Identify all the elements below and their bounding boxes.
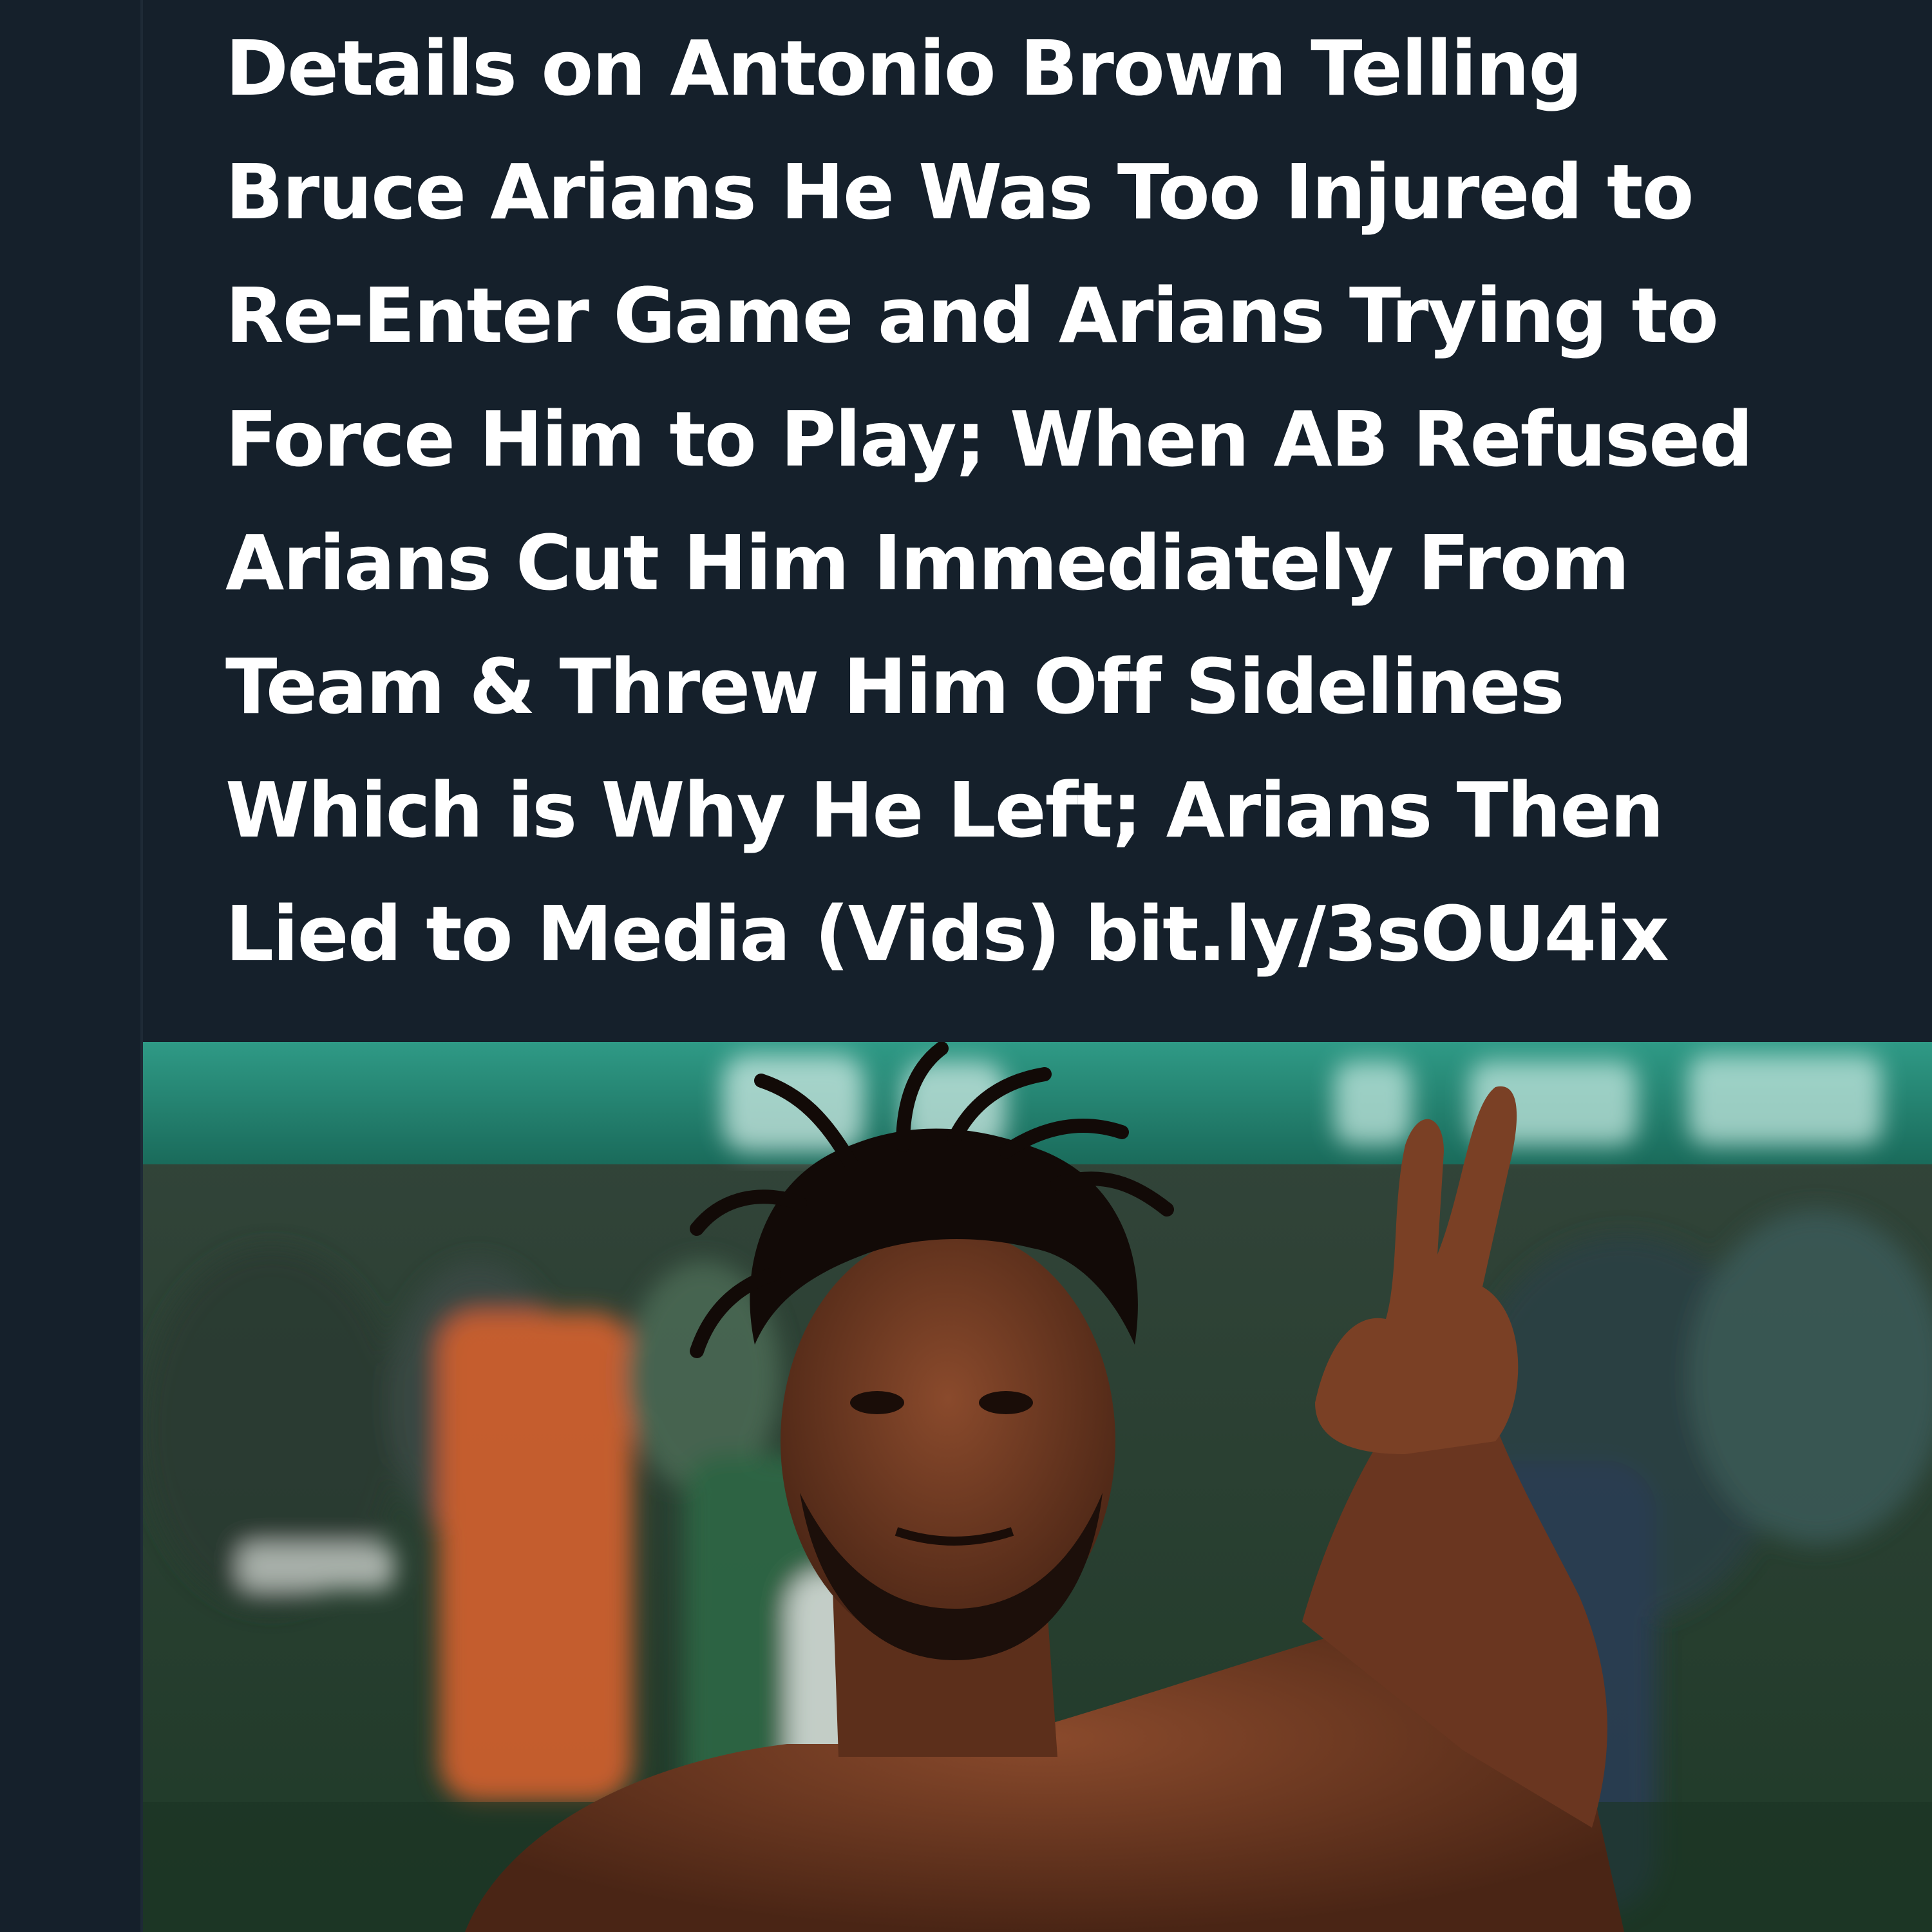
tweet-link[interactable]: bit.ly/3sOU4ix: [1084, 889, 1669, 978]
tweet-text-line: Lied to Media (Vids): [225, 889, 1085, 978]
tweet-text-line: Bruce Arians He Was Too Injured to: [225, 147, 1694, 236]
orange-jacket-person: [439, 1312, 632, 1802]
photo-illustration: [143, 1042, 1932, 1932]
stadium-banner: [143, 1042, 1932, 1164]
tweet-text: Details on Antonio Brown Telling Bruce A…: [225, 6, 1926, 996]
tweet-text-line: Arians Cut Him Immediately From: [225, 518, 1630, 607]
tweet-text-line: Re-Enter Game and Arians Trying to: [225, 271, 1719, 360]
left-gutter: [0, 0, 140, 1932]
tweet-view: Details on Antonio Brown Telling Bruce A…: [0, 0, 1932, 1932]
tweet-media-photo[interactable]: [143, 1042, 1932, 1932]
tweet-text-line: Force Him to Play; When AB Refused: [225, 395, 1754, 484]
tweet-text-last-line: Lied to Media (Vids) bit.ly/3sOU4ix: [225, 872, 1926, 996]
tweet-text-line: Team & Threw Him Off Sidelines: [225, 642, 1565, 731]
tweet-text-line: Details on Antonio Brown Telling: [225, 24, 1583, 113]
tweet-text-line: Which is Why He Left; Arians Then: [225, 766, 1664, 855]
